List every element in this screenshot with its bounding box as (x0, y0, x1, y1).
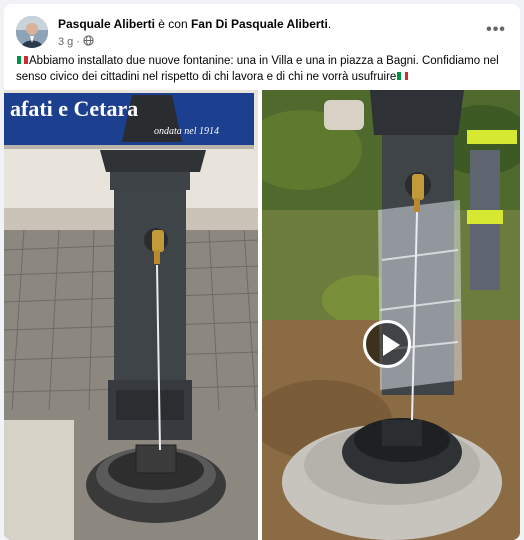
italy-flag-icon (17, 53, 28, 64)
post-time[interactable]: 3 g (58, 36, 73, 48)
sign-text: afati e Cetara (10, 96, 139, 121)
video-fountain-villa[interactable] (262, 90, 520, 540)
italy-flag-icon (397, 69, 409, 80)
post-text-body: Abbiamo installato due nuove fontanine: … (16, 55, 499, 83)
more-icon[interactable]: ••• (484, 20, 508, 40)
play-icon[interactable] (363, 320, 411, 368)
post-header: Pasquale Aliberti è con Fan Di Pasquale … (16, 16, 508, 52)
photo-fountain-piazza[interactable]: afati e Cetara ondata nel 1914 (4, 90, 258, 540)
with-text: è con (154, 17, 191, 31)
meta-separator: · (76, 36, 80, 48)
author-name[interactable]: Pasquale Aliberti (58, 17, 155, 31)
post-meta: 3 g · (58, 35, 94, 49)
page-suffix: . (327, 17, 332, 31)
avatar[interactable] (16, 16, 48, 48)
globe-icon (83, 35, 94, 49)
photo-grid: afati e Cetara ondata nel 1914 (4, 90, 520, 540)
author-line: Pasquale Aliberti è con Fan Di Pasquale … (58, 17, 331, 31)
post-text: Abbiamo installato due nuove fontanine: … (16, 53, 508, 85)
sign-subtext: ondata nel 1914 (154, 126, 219, 137)
page-name[interactable]: Fan Di Pasquale Aliberti (191, 17, 328, 31)
post-card: Pasquale Aliberti è con Fan Di Pasquale … (4, 4, 520, 540)
